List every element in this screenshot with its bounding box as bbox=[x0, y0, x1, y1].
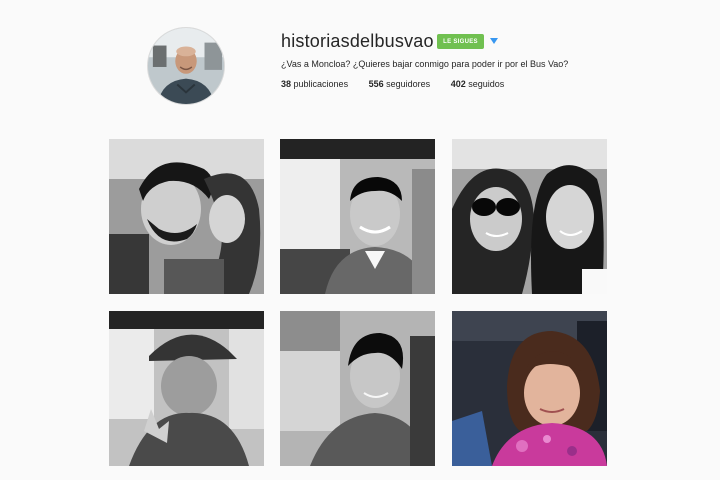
post-photo bbox=[452, 311, 607, 466]
post-thumbnail[interactable] bbox=[280, 139, 435, 294]
post-thumbnail[interactable] bbox=[280, 311, 435, 466]
post-photo bbox=[280, 311, 435, 466]
following-button[interactable]: LE SIGUES bbox=[437, 34, 484, 49]
posts-count: 38 bbox=[281, 79, 292, 89]
post-photo bbox=[109, 139, 264, 294]
profile-header: historiasdelbusvao LE SIGUES ¿Vas a Monc… bbox=[0, 0, 720, 120]
posts-label: publicaciones bbox=[293, 79, 349, 89]
instagram-profile-page: historiasdelbusvao LE SIGUES ¿Vas a Monc… bbox=[0, 0, 720, 480]
post-thumbnail[interactable] bbox=[452, 139, 607, 294]
followers-stat[interactable]: 556 seguidores bbox=[369, 79, 431, 89]
post-photo bbox=[109, 311, 264, 466]
posts-stat: 38 publicaciones bbox=[281, 79, 348, 89]
profile-username: historiasdelbusvao bbox=[281, 31, 434, 51]
followers-label: seguidores bbox=[386, 79, 431, 89]
profile-avatar[interactable] bbox=[147, 27, 225, 105]
triangle-down-icon[interactable] bbox=[490, 38, 498, 44]
profile-bio: ¿Vas a Moncloa? ¿Quieres bajar conmigo p… bbox=[281, 59, 569, 69]
post-thumbnail[interactable] bbox=[452, 311, 607, 466]
profile-stats: 38 publicaciones 556 seguidores 402 segu… bbox=[281, 79, 522, 89]
post-thumbnail[interactable] bbox=[109, 311, 264, 466]
avatar-photo bbox=[148, 28, 224, 104]
following-stat[interactable]: 402 seguidos bbox=[451, 79, 505, 89]
following-label: seguidos bbox=[468, 79, 505, 89]
post-photo bbox=[452, 139, 607, 294]
post-thumbnail[interactable] bbox=[109, 139, 264, 294]
followers-count: 556 bbox=[368, 79, 384, 89]
following-count: 402 bbox=[450, 79, 466, 89]
post-photo bbox=[280, 139, 435, 294]
